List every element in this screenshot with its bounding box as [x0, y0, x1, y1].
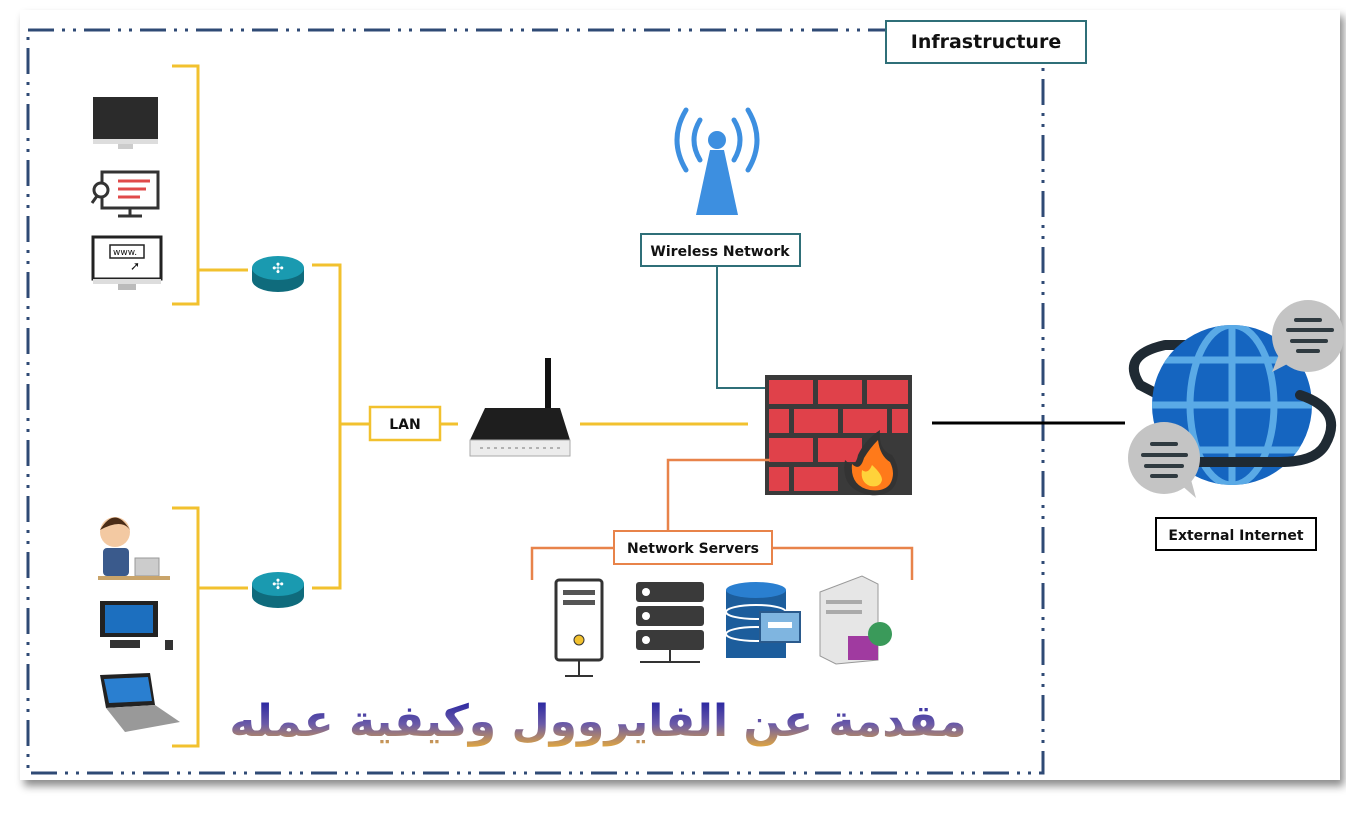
chat-bubble-icon — [1272, 300, 1344, 372]
search-monitor-icon — [90, 170, 160, 218]
svg-text:✣: ✣ — [272, 261, 284, 277]
svg-text:✣: ✣ — [272, 577, 284, 593]
wifi-router-icon — [469, 358, 571, 457]
router-icon: ✣ — [252, 256, 304, 292]
tower-server-icon — [554, 578, 604, 677]
web-server-icon — [819, 575, 892, 665]
monitor-url-text: www. — [113, 248, 137, 258]
wireless-link — [716, 266, 765, 389]
internet-label: External Internet — [1168, 528, 1304, 544]
network-diagram: Infrastructure ✣ ✣ LAN www. ➚ Wireless N… — [26, 20, 1344, 775]
user-at-laptop-icon — [98, 517, 170, 580]
rack-server-icon — [636, 582, 704, 663]
router-icon: ✣ — [252, 572, 304, 608]
lan-label: LAN — [389, 417, 420, 433]
laptop-icon — [100, 673, 180, 732]
svg-text:➚: ➚ — [130, 259, 140, 273]
database-server-icon — [725, 582, 801, 658]
wireless-label: Wireless Network — [650, 244, 790, 260]
web-browser-monitor-icon: www. ➚ — [91, 235, 163, 290]
infrastructure-label-box: Infrastructure — [885, 20, 1087, 64]
desktop-monitor-icon — [93, 97, 158, 149]
firewall-icon — [765, 375, 912, 496]
arabic-title: مقدمة عن الفايروول وكيفية عمله — [229, 696, 966, 747]
chat-bubble-icon — [1128, 422, 1200, 498]
infrastructure-label: Infrastructure — [911, 31, 1061, 53]
all-in-one-pc-icon — [100, 601, 173, 650]
servers-label: Network Servers — [627, 541, 759, 557]
wireless-antenna-icon — [674, 107, 760, 215]
